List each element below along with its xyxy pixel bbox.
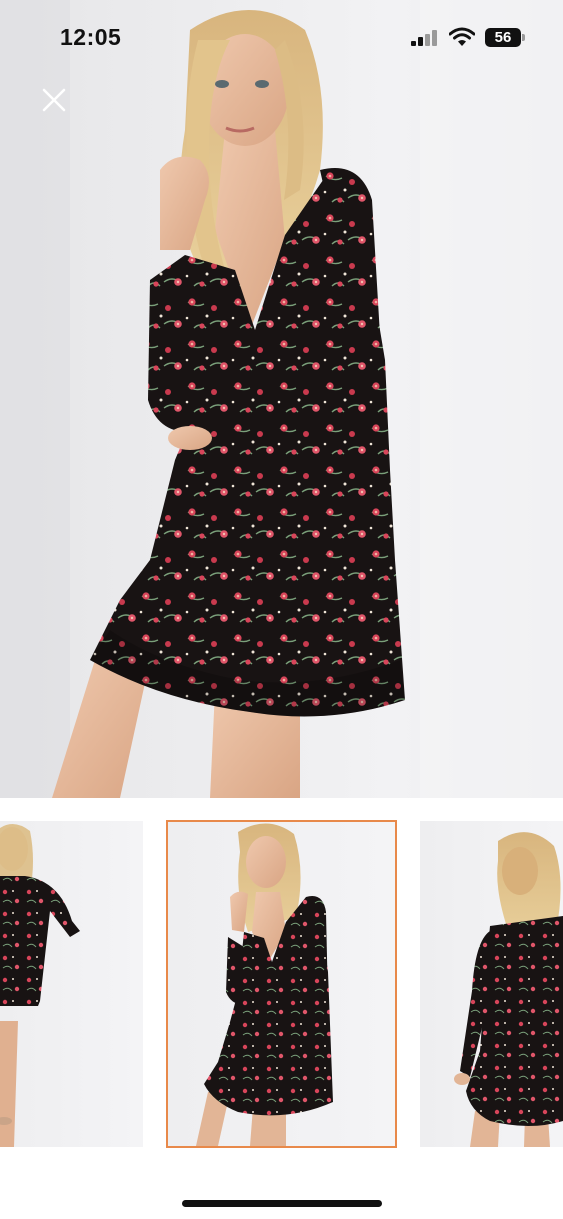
model-photo: [0, 0, 563, 798]
status-time: 12:05: [60, 24, 122, 50]
thumbnail-2-selected[interactable]: [166, 820, 397, 1148]
signal-icon: [411, 30, 437, 46]
home-indicator[interactable]: [182, 1200, 382, 1207]
wifi-icon: [449, 27, 475, 46]
status-bar: 12:05 56: [0, 0, 563, 76]
product-main-image[interactable]: [0, 0, 563, 798]
thumbnail-image-back: [454, 832, 563, 1147]
battery-tip: [522, 34, 525, 41]
battery-icon: 56: [485, 28, 521, 47]
thumbnail-image-front: [0, 824, 80, 1147]
thumbnail-3[interactable]: [420, 821, 563, 1147]
battery-level: 56: [494, 29, 512, 46]
thumbnail-1[interactable]: [0, 821, 143, 1147]
close-button[interactable]: [38, 84, 70, 116]
thumbnail-image-pose: [196, 823, 333, 1146]
close-icon: [42, 88, 66, 112]
